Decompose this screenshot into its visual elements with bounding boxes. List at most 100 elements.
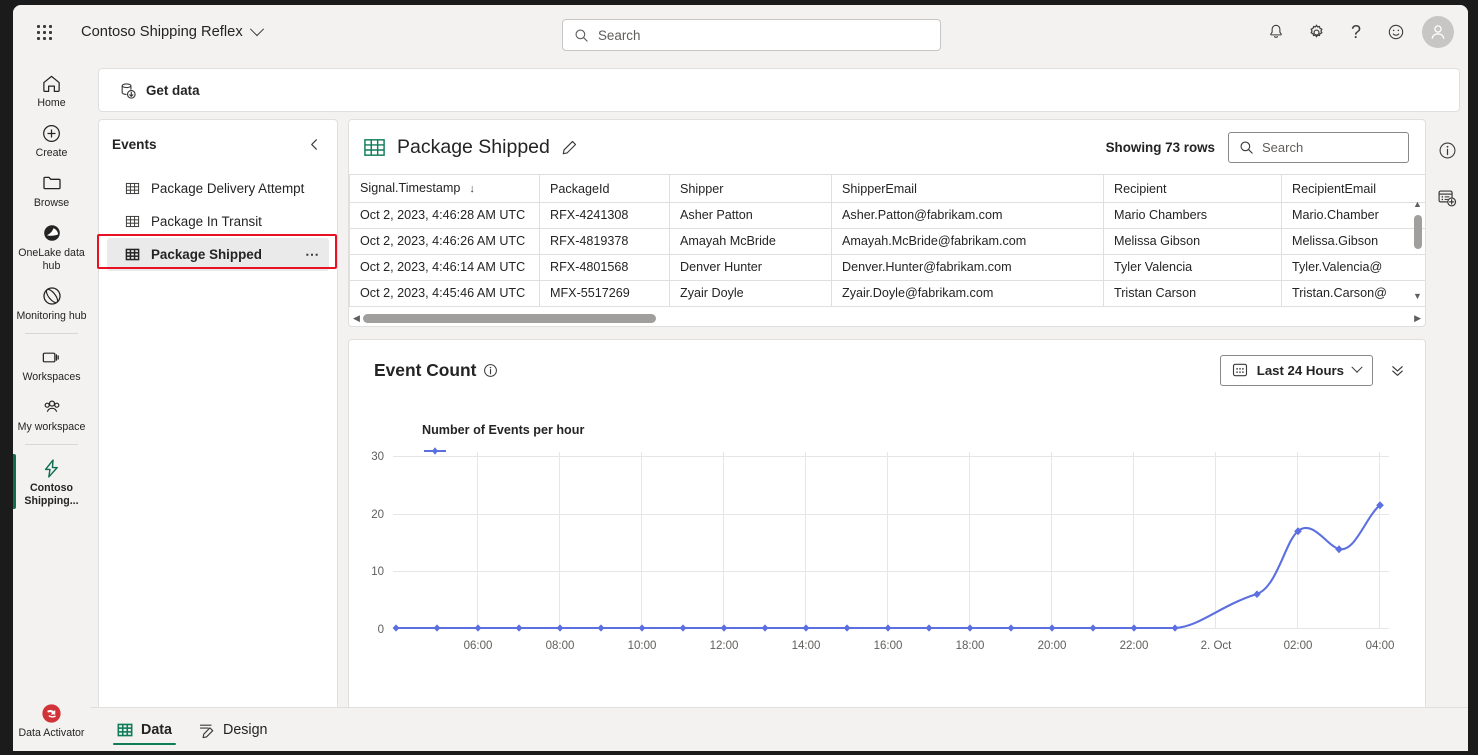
event-item-package-delivery-attempt[interactable]: Package Delivery Attempt — [107, 172, 329, 205]
sidebar-item-create[interactable]: Create — [13, 115, 90, 165]
events-panel: Events Package Delivery Attempt Package … — [98, 119, 338, 719]
events-panel-title: Events — [112, 136, 157, 152]
avatar[interactable] — [1422, 16, 1454, 48]
home-icon — [41, 71, 62, 95]
event-item-overflow-menu[interactable]: ⋯ — [305, 246, 320, 263]
chevron-down-icon — [1351, 361, 1363, 373]
svg-text:10: 10 — [371, 566, 384, 578]
sidebar-item-onelake-data-hub[interactable]: OneLake data hub — [13, 215, 90, 278]
cell-recipient: Mario Chambers — [1103, 202, 1282, 229]
data-grid-icon — [117, 722, 133, 738]
notifications-bell-icon[interactable] — [1258, 14, 1294, 50]
hscroll-thumb[interactable] — [362, 314, 656, 323]
time-range-picker[interactable]: Last 24 Hours — [1219, 354, 1373, 386]
event-item-label: Package Delivery Attempt — [151, 181, 305, 196]
table-header-row: Signal.Timestamp ↓ PackageId Shipper Ship… — [349, 174, 1425, 203]
sidebar-item-workspaces[interactable]: Workspaces — [13, 339, 90, 389]
column-header-shipper[interactable]: Shipper — [669, 174, 832, 203]
chart-data-markers — [392, 501, 1384, 632]
grid-vertical-scrollbar[interactable]: ▲ ▼ — [1411, 200, 1424, 301]
time-range-label: Last 24 Hours — [1256, 362, 1344, 378]
search-icon — [575, 29, 588, 42]
cell-shipperemail: Denver.Hunter@fabrikam.com — [831, 254, 1104, 281]
app-title-label: Contoso Shipping Reflex — [81, 24, 243, 40]
table-row[interactable]: Oct 2, 2023, 4:46:26 AM UTC RFX-4819378 … — [349, 228, 1425, 255]
tab-data[interactable]: Data — [107, 716, 182, 745]
chevron-left-icon[interactable] — [303, 133, 325, 155]
get-data-button[interactable]: Get data — [109, 74, 209, 106]
sidebar-item-my-workspace[interactable]: My workspace — [13, 389, 90, 439]
svg-text:22:00: 22:00 — [1120, 640, 1149, 652]
pencil-icon[interactable] — [561, 139, 578, 156]
svg-text:16:00: 16:00 — [874, 640, 903, 652]
svg-text:10:00: 10:00 — [628, 640, 657, 652]
cell-packageid: RFX-4241308 — [539, 202, 670, 229]
double-chevron-down-icon[interactable] — [1383, 356, 1411, 384]
sidebar-item-data-activator[interactable]: Data Activator — [13, 695, 90, 745]
calendar-icon — [1232, 362, 1248, 378]
design-pen-icon — [198, 722, 215, 739]
sidebar-item-label: Workspaces — [22, 371, 81, 383]
data-grid-table: Signal.Timestamp ↓ PackageId Shipper Ship… — [349, 174, 1425, 307]
events-list: Package Delivery Attempt Package In Tran… — [99, 166, 337, 271]
folder-icon — [41, 171, 63, 195]
scroll-right-icon[interactable]: ▶ — [1414, 313, 1421, 324]
scroll-left-icon[interactable]: ◀ — [353, 313, 360, 324]
grid-horizontal-scrollbar[interactable]: ◀ ▶ — [349, 311, 1425, 326]
sidebar-item-contoso-shipping[interactable]: Contoso Shipping... — [13, 450, 90, 513]
column-header-recipient[interactable]: Recipient — [1103, 174, 1282, 203]
event-item-label: Package In Transit — [151, 214, 262, 229]
column-header-signal-timestamp[interactable]: Signal.Timestamp ↓ — [349, 174, 540, 203]
table-row[interactable]: Oct 2, 2023, 4:46:28 AM UTC RFX-4241308 … — [349, 202, 1425, 229]
divider — [25, 333, 78, 334]
column-header-shipperemail[interactable]: ShipperEmail — [831, 174, 1104, 203]
cell-packageid: RFX-4801568 — [539, 254, 670, 281]
svg-text:08:00: 08:00 — [546, 640, 575, 652]
get-data-label: Get data — [146, 82, 200, 98]
sidebar-item-label: Contoso Shipping... — [24, 482, 79, 507]
tab-design[interactable]: Design — [188, 716, 278, 744]
cell-timestamp: Oct 2, 2023, 4:46:28 AM UTC — [349, 202, 540, 229]
table-row[interactable]: Oct 2, 2023, 4:45:46 AM UTC MFX-5517269 … — [349, 280, 1425, 307]
person-icon — [1431, 25, 1445, 39]
page-title: Package Shipped — [397, 135, 550, 158]
sidebar-item-label: Data Activator — [18, 727, 85, 739]
vscroll-track[interactable] — [1413, 209, 1423, 292]
app-launcher-icon[interactable] — [26, 14, 62, 50]
info-circle-icon[interactable] — [1432, 135, 1462, 165]
svg-text:02:00: 02:00 — [1284, 640, 1313, 652]
table-icon — [125, 214, 140, 229]
event-count-line-chart[interactable]: 30 20 10 0 06:00 08:00 10:00 12:00 14:00… — [349, 430, 1425, 718]
sidebar-item-browse[interactable]: Browse — [13, 165, 90, 215]
sidebar-item-home[interactable]: Home — [13, 65, 90, 115]
svg-text:06:00: 06:00 — [464, 640, 493, 652]
sidebar-item-label: Browse — [33, 197, 70, 209]
table-row[interactable]: Oct 2, 2023, 4:46:14 AM UTC RFX-4801568 … — [349, 254, 1425, 281]
column-header-recipientemail[interactable]: RecipientEmail — [1281, 174, 1425, 203]
svg-text:20: 20 — [371, 509, 384, 521]
settings-gear-icon[interactable] — [1298, 14, 1334, 50]
cell-shipper: Asher Patton — [669, 202, 832, 229]
scroll-up-icon[interactable]: ▲ — [1413, 200, 1422, 209]
event-item-package-in-transit[interactable]: Package In Transit — [107, 205, 329, 238]
cell-timestamp: Oct 2, 2023, 4:46:26 AM UTC — [349, 228, 540, 255]
global-search-input[interactable]: Search — [562, 19, 941, 51]
scroll-down-icon[interactable]: ▼ — [1413, 292, 1422, 301]
event-item-package-shipped[interactable]: Package Shipped ⋯ — [107, 238, 329, 271]
row-count-label: Showing 73 rows — [1105, 139, 1215, 155]
data-table-header-actions: Showing 73 rows Search — [1105, 131, 1409, 163]
sidebar-item-monitoring-hub[interactable]: Monitoring hub — [13, 278, 90, 328]
feedback-smiley-icon[interactable] — [1378, 14, 1414, 50]
sidebar-item-label: My workspace — [17, 421, 86, 433]
cell-packageid: RFX-4819378 — [539, 228, 670, 255]
app-title-dropdown[interactable]: Contoso Shipping Reflex — [75, 20, 268, 44]
column-header-packageid[interactable]: PackageId — [539, 174, 670, 203]
help-question-icon[interactable]: ? — [1338, 14, 1374, 50]
table-search-input[interactable]: Search — [1228, 131, 1409, 163]
plus-circle-icon — [41, 121, 62, 145]
add-report-icon[interactable] — [1432, 183, 1462, 213]
svg-text:20:00: 20:00 — [1038, 640, 1067, 652]
vscroll-thumb[interactable] — [1413, 215, 1422, 249]
hscroll-track[interactable] — [362, 314, 1411, 323]
info-circle-icon[interactable] — [483, 363, 498, 378]
